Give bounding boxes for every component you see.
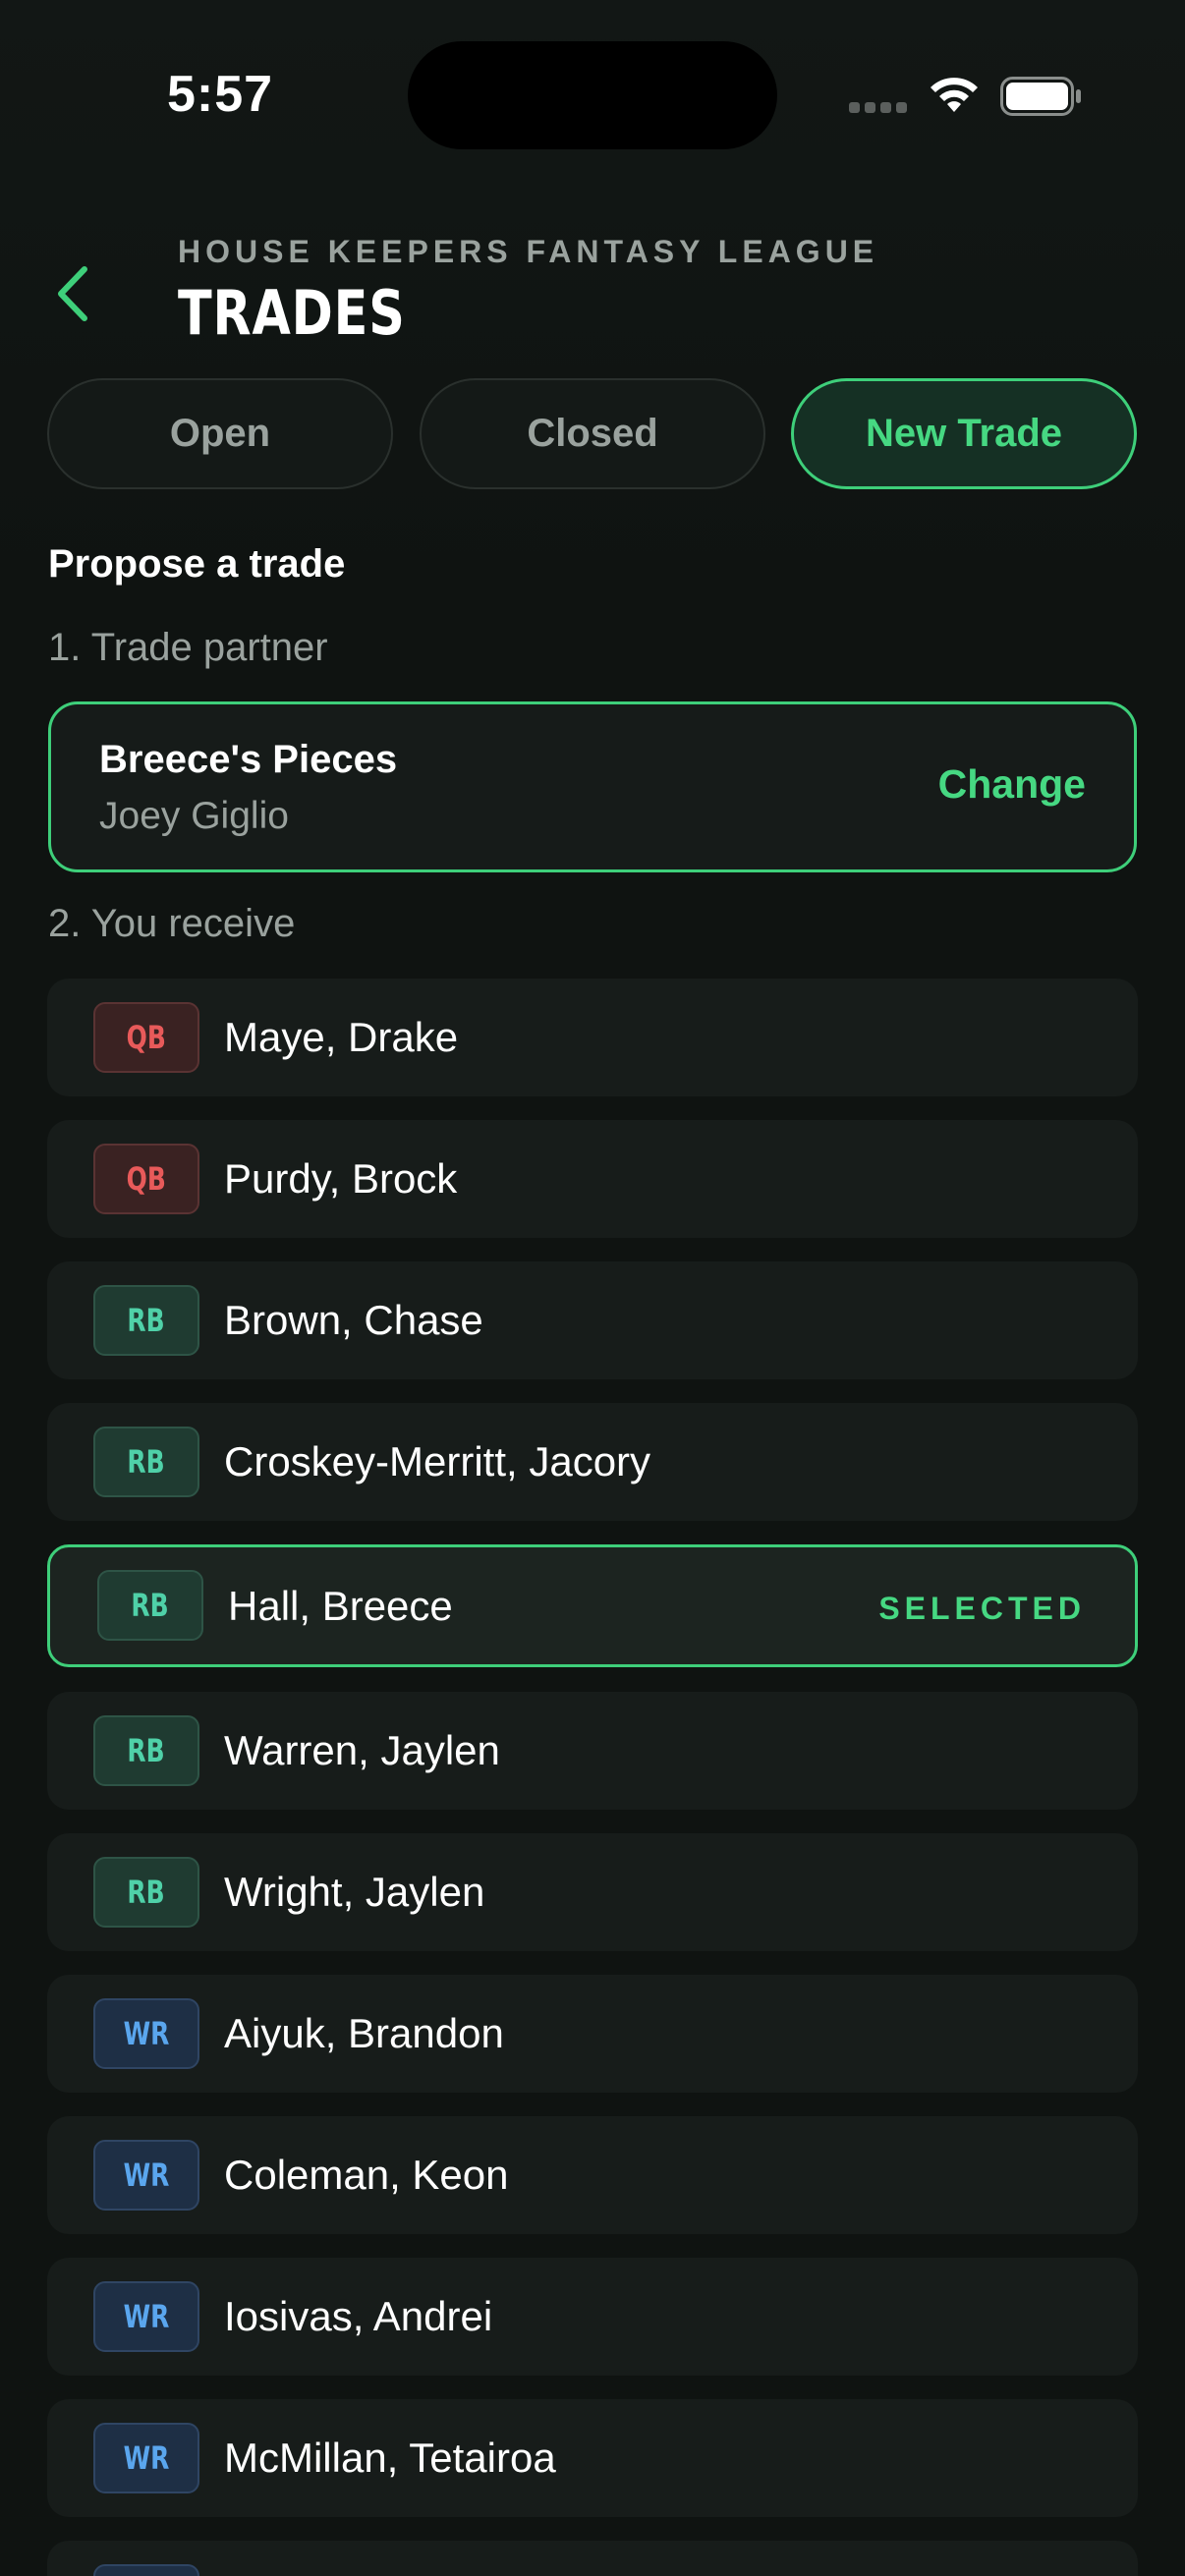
player-row[interactable]: RB Brown, Chase	[47, 1261, 1138, 1379]
player-name: McMillan, Tetairoa	[224, 2435, 556, 2481]
player-row[interactable]: QB Maye, Drake	[47, 979, 1138, 1096]
player-row[interactable]: RB Wright, Jaylen	[47, 1833, 1138, 1951]
trades-screen: 5:57 HOUSE KEEPERS FANTASY LEAGUE TRADES…	[0, 0, 1185, 2576]
back-chevron-icon[interactable]	[49, 261, 96, 326]
player-row[interactable]: WR Aiyuk, Brandon	[47, 1975, 1138, 2093]
tab-new-trade[interactable]: New Trade	[791, 378, 1137, 489]
step-trade-partner-label: 1. Trade partner	[48, 626, 328, 669]
status-time: 5:57	[167, 66, 274, 123]
status-bar: 5:57	[0, 0, 1185, 187]
trade-partner-card[interactable]: Breece's Pieces Joey Giglio Change	[48, 701, 1137, 872]
section-title: Propose a trade	[48, 542, 346, 586]
player-name: Wright, Jaylen	[224, 1869, 485, 1915]
wifi-icon	[931, 78, 978, 112]
player-row[interactable]: RB Warren, Jaylen	[47, 1692, 1138, 1810]
player-row[interactable]: WR McMillan, Tetairoa	[47, 2399, 1138, 2517]
partner-team-name: Breece's Pieces	[99, 738, 398, 781]
tab-closed[interactable]: Closed	[420, 378, 765, 489]
cellular-signal-icon	[849, 102, 908, 116]
tab-open[interactable]: Open	[47, 378, 393, 489]
league-name: HOUSE KEEPERS FANTASY LEAGUE	[178, 234, 879, 269]
player-name: Warren, Jaylen	[224, 1727, 500, 1773]
position-badge: WR	[93, 2423, 199, 2493]
player-name: Hall, Breece	[228, 1583, 453, 1629]
position-badge: RB	[93, 1715, 199, 1786]
player-row-selected[interactable]: RB Hall, Breece SELECTED	[47, 1544, 1138, 1667]
player-name: Croskey-Merritt, Jacory	[224, 1438, 651, 1484]
position-badge: RB	[93, 1285, 199, 1356]
change-partner-button[interactable]: Change	[938, 761, 1086, 808]
dynamic-island	[408, 41, 777, 149]
player-name: Aiyuk, Brandon	[224, 2010, 504, 2056]
player-row[interactable]: WR Coleman, Keon	[47, 2116, 1138, 2234]
player-name: Maye, Drake	[224, 1014, 459, 1060]
player-row[interactable]: RB Croskey-Merritt, Jacory	[47, 1403, 1138, 1521]
position-badge: WR	[93, 1998, 199, 2069]
player-row[interactable]: WR Iosivas, Andrei	[47, 2258, 1138, 2376]
position-badge: RB	[93, 1427, 199, 1497]
position-badge: QB	[93, 1002, 199, 1073]
position-badge: RB	[93, 1857, 199, 1928]
player-name: Coleman, Keon	[224, 2152, 509, 2198]
partner-owner-name: Joey Giglio	[99, 795, 289, 837]
position-badge: RB	[97, 1570, 203, 1641]
page-title: TRADES	[178, 277, 406, 349]
battery-icon	[1000, 77, 1081, 116]
position-badge: WR	[93, 2140, 199, 2211]
player-name: Brown, Chase	[224, 1297, 483, 1343]
player-name: Purdy, Brock	[224, 1155, 458, 1202]
player-row[interactable]: QB Purdy, Brock	[47, 1120, 1138, 1238]
player-name: Iosivas, Andrei	[224, 2293, 493, 2339]
player-row[interactable]: WR	[47, 2541, 1138, 2576]
position-badge: WR	[93, 2281, 199, 2352]
step-you-receive-label: 2. You receive	[48, 902, 296, 945]
position-badge: WR	[93, 2564, 199, 2576]
selected-badge: SELECTED	[878, 1591, 1086, 1626]
position-badge: QB	[93, 1144, 199, 1214]
